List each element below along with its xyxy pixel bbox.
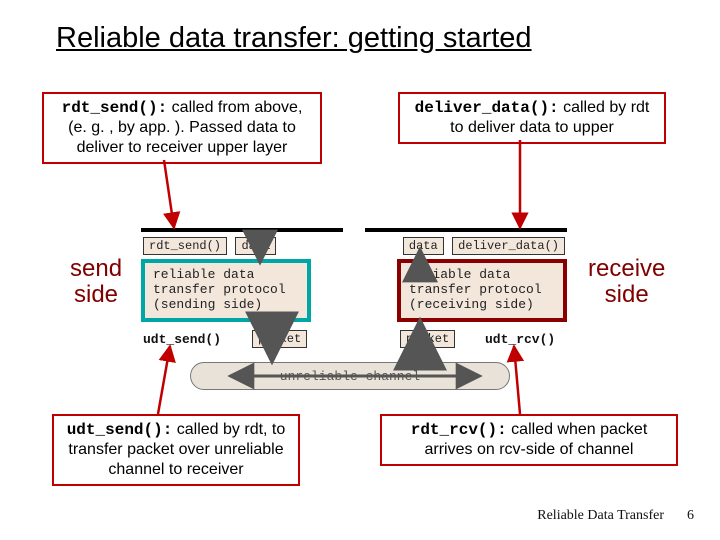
- code-rdt-send: rdt_send():: [62, 99, 168, 117]
- sending-proto-line3: (sending side): [153, 298, 299, 313]
- code-rdt-rcv: rdt_rcv():: [411, 421, 507, 439]
- box-sending-protocol: reliable data transfer protocol (sending…: [141, 259, 311, 322]
- receiving-proto-line1: reliable data: [409, 268, 555, 283]
- box-packet-left: packet: [252, 330, 307, 348]
- box-packet-right: packet: [400, 330, 455, 348]
- box-data-right: data: [403, 237, 444, 255]
- box-deliver-data: deliver_data(): [452, 237, 565, 255]
- box-rdt-send: rdt_send(): [143, 237, 227, 255]
- black-bar-right: [365, 228, 567, 232]
- box-data-left: data: [235, 237, 276, 255]
- sending-proto-line1: reliable data: [153, 268, 299, 283]
- sending-proto-line2: transfer protocol: [153, 283, 299, 298]
- footer-title: Reliable Data Transfer: [537, 508, 664, 524]
- receiving-proto-line3: (receiving side): [409, 298, 555, 313]
- callout-deliver-data: deliver_data(): called by rdt to deliver…: [398, 92, 666, 144]
- box-unreliable-channel: unreliable channel: [190, 362, 510, 390]
- diagram-sending: rdt_send() data reliable data transfer p…: [141, 228, 343, 322]
- label-udt-rcv: udt_rcv(): [485, 332, 555, 347]
- callout-rdt-rcv: rdt_rcv(): called when packet arrives on…: [380, 414, 678, 466]
- black-bar-left: [141, 228, 343, 232]
- code-udt-send: udt_send():: [67, 421, 173, 439]
- diagram-receiving: data deliver_data() reliable data transf…: [365, 228, 567, 322]
- label-send-side: send side: [70, 256, 122, 309]
- label-receive-side: receive side: [588, 256, 665, 309]
- receiving-proto-line2: transfer protocol: [409, 283, 555, 298]
- page-title: Reliable data transfer: getting started: [56, 22, 532, 55]
- box-receiving-protocol: reliable data transfer protocol (receivi…: [397, 259, 567, 322]
- footer-page: 6: [687, 508, 694, 524]
- callout-udt-send: udt_send(): called by rdt, to transfer p…: [52, 414, 300, 486]
- label-udt-send: udt_send(): [143, 332, 221, 347]
- code-deliver-data: deliver_data():: [415, 99, 559, 117]
- callout-rdt-send: rdt_send(): called from above, (e. g. , …: [42, 92, 322, 164]
